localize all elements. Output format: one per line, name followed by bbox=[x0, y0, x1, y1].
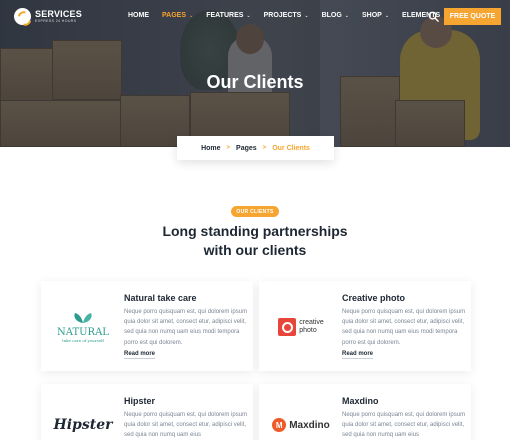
read-more-link[interactable]: Read more bbox=[342, 351, 374, 359]
section-title-line: Long standing partnerships bbox=[162, 223, 348, 239]
section-title-line: with our clients bbox=[203, 242, 307, 258]
natural-logo-text: NATURAL bbox=[57, 326, 109, 338]
chevron-down-icon: ⌄ bbox=[189, 12, 194, 19]
menu-item-label: PAGES bbox=[162, 12, 186, 19]
client-card: creative photo Creative photo Neque porr… bbox=[259, 281, 471, 371]
chevron-right-icon: > bbox=[262, 145, 267, 151]
client-description: Neque porro quisquam est, qui dolorem ip… bbox=[124, 309, 248, 346]
chevron-right-icon: > bbox=[226, 145, 231, 151]
free-quote-button[interactable]: FREE QUOTE bbox=[444, 8, 501, 25]
menu-item-home[interactable]: HOME bbox=[128, 12, 149, 19]
client-logo: Hipster bbox=[53, 395, 113, 440]
chevron-down-icon: ⌄ bbox=[344, 12, 349, 19]
menu-item-label: BLOG bbox=[321, 12, 342, 19]
natural-logo: NATURAL take care of yourself bbox=[57, 312, 109, 343]
hipster-logo: Hipster bbox=[53, 417, 113, 433]
client-logo: NATURAL take care of yourself bbox=[53, 292, 113, 362]
brand-name: SERVICES bbox=[35, 9, 82, 19]
client-logo: creative photo bbox=[271, 292, 331, 362]
client-name: Maxdino bbox=[342, 396, 379, 406]
section-title: Long standing partnerships with our clie… bbox=[0, 222, 510, 260]
brand-logo[interactable]: SERVICES EXPRESS 24 HOURS bbox=[14, 8, 82, 25]
maxdino-mark-icon: M bbox=[272, 418, 287, 432]
camera-icon bbox=[278, 318, 297, 336]
client-card: NATURAL take care of yourself Natural ta… bbox=[41, 281, 253, 371]
client-name: Creative photo bbox=[342, 293, 406, 303]
chevron-down-icon: ⌄ bbox=[246, 12, 251, 19]
menu-item-label: SHOP bbox=[362, 12, 382, 19]
natural-logo-sub: take care of yourself bbox=[62, 337, 104, 343]
maxdino-logo: M Maxdino bbox=[272, 418, 330, 432]
menu-item-elements[interactable]: ELEMENTS⌄ bbox=[402, 12, 447, 19]
menu-item-features[interactable]: FEATURES ⌄ bbox=[206, 12, 250, 19]
top-navigation: SERVICES EXPRESS 24 HOURS HOME PAGES ⌄ FE… bbox=[0, 0, 510, 34]
chevron-down-icon: ⌄ bbox=[304, 12, 309, 19]
brand-tagline: EXPRESS 24 HOURS bbox=[35, 19, 77, 23]
leaf-icon bbox=[74, 312, 92, 323]
main-menu: HOME PAGES ⌄ FEATURES ⌄ PROJECTS ⌄ BLOG ⌄ SH… bbox=[128, 12, 460, 19]
menu-item-label: PROJECTS bbox=[263, 12, 302, 19]
creative-logo-text: creative bbox=[299, 319, 324, 326]
page-title: Our Clients bbox=[206, 72, 304, 92]
menu-item-projects[interactable]: PROJECTS ⌄ bbox=[264, 12, 309, 19]
client-description: Neque porro quisquam est, qui dolorem ip… bbox=[342, 309, 466, 346]
menu-item-label: HOME bbox=[128, 12, 149, 19]
menu-item-shop[interactable]: SHOP ⌄ bbox=[362, 12, 389, 19]
client-card: M Maxdino Maxdino Neque porro quisquam e… bbox=[259, 384, 471, 440]
client-name: Hipster bbox=[124, 396, 156, 406]
client-name: Natural take care bbox=[124, 293, 197, 303]
menu-item-label: FEATURES bbox=[206, 12, 244, 19]
chevron-down-icon: ⌄ bbox=[384, 12, 390, 19]
creative-photo-logo: creative photo bbox=[278, 318, 324, 336]
breadcrumb-pages[interactable]: Pages bbox=[236, 145, 257, 152]
menu-item-pages[interactable]: PAGES ⌄ bbox=[162, 12, 193, 19]
brand-mark-icon bbox=[14, 8, 31, 25]
creative-logo-text: photo bbox=[299, 327, 317, 334]
client-logo: M Maxdino bbox=[271, 395, 331, 440]
breadcrumb-home[interactable]: Home bbox=[201, 145, 220, 152]
breadcrumb: Home > Pages > Our Clients bbox=[177, 136, 334, 160]
maxdino-logo-text: Maxdino bbox=[289, 419, 330, 431]
client-card: Hipster Hipster Neque porro quisquam est… bbox=[41, 384, 253, 440]
client-description: Neque porro quisquam est, qui dolorem ip… bbox=[342, 412, 466, 439]
search-icon[interactable] bbox=[428, 11, 439, 22]
client-description: Neque porro quisquam est, qui dolorem ip… bbox=[124, 412, 248, 439]
menu-item-blog[interactable]: BLOG ⌄ bbox=[322, 12, 349, 19]
read-more-link[interactable]: Read more bbox=[124, 351, 156, 359]
breadcrumb-current: Our Clients bbox=[272, 144, 310, 152]
section-badge: OUR CLIENTS bbox=[231, 206, 279, 217]
